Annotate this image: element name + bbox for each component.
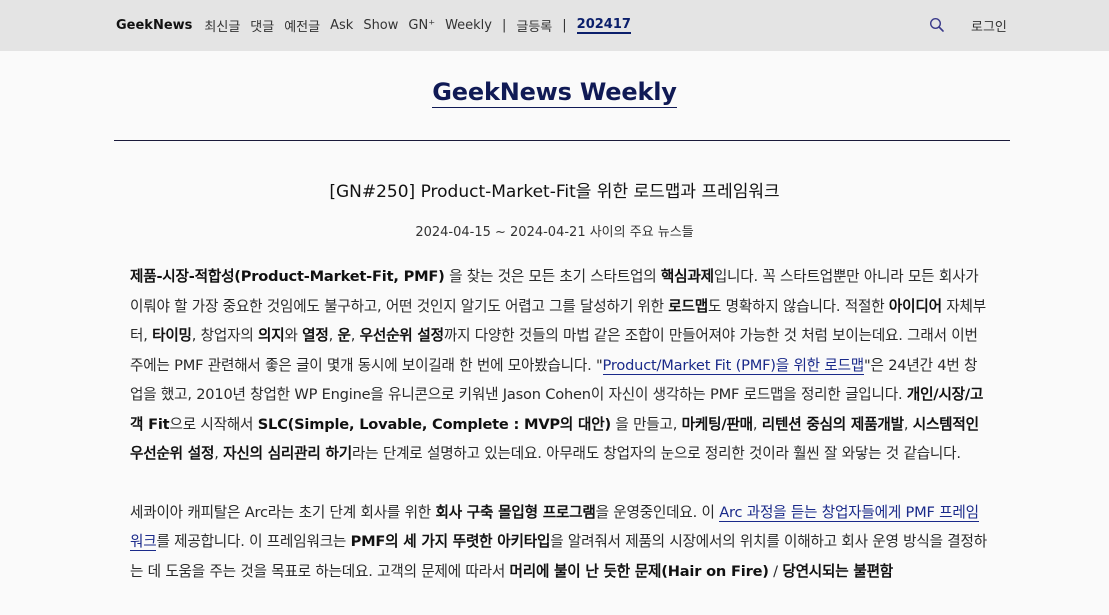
body-text: 를 제공합니다. 이 프레임워크는: [156, 533, 351, 550]
body-text: 도 명확하지 않습니다. 적절한: [707, 297, 889, 315]
body-text: ,: [752, 415, 762, 433]
bold-text: SLC(Simple, Lovable, Complete : MVP의 대안): [257, 415, 611, 433]
nav-item-submit[interactable]: 글등록: [516, 16, 552, 35]
bold-text: 핵심과제: [660, 268, 714, 285]
body-text: /: [768, 562, 783, 580]
nav-item-gn-plus[interactable]: GN⁺: [408, 18, 435, 33]
paragraph-1: 제품-시장-적합성(Product-Market-Fit, PMF) 을 찾는 …: [130, 262, 990, 469]
body-text: 와: [284, 327, 303, 344]
page-header: GeekNews Weekly: [0, 51, 1109, 108]
article-body: 제품-시장-적합성(Product-Market-Fit, PMF) 을 찾는 …: [130, 262, 990, 615]
bold-text: 열정: [302, 327, 329, 344]
bold-text: 로드맵: [668, 297, 708, 315]
bold-text: 운: [337, 327, 351, 344]
issue-date-range: 2024-04-15 ~ 2024-04-21 사이의 주요 뉴스들: [415, 225, 694, 240]
nav-item-ask[interactable]: Ask: [330, 18, 353, 33]
body-text: 을 찾는 것은 모든 초기 스타트업의: [444, 268, 661, 285]
top-navigation-bar: GeekNews 최신글 댓글 예전글 Ask Show GN⁺ Weekly …: [0, 0, 1109, 51]
bold-text: 자신의 심리관리 하기: [223, 445, 352, 462]
nav-item-show[interactable]: Show: [363, 18, 398, 33]
body-text: 라는 단계로 설명하고 있는데요. 아무래도 창업자의 눈으로 정리한 것이라 …: [351, 445, 961, 462]
issue-number-link[interactable]: 202417: [576, 17, 631, 34]
bold-text: 타이밍: [152, 327, 192, 344]
nav-item-comments[interactable]: 댓글: [250, 16, 274, 35]
body-text: 을 운영중인데요. 이: [595, 503, 720, 521]
pmf-roadmap-link[interactable]: Product/Market Fit (PMF)을 위한 로드맵: [602, 356, 864, 375]
login-link[interactable]: 로그인: [971, 16, 1007, 35]
main-nav: GeekNews 최신글 댓글 예전글 Ask Show GN⁺ Weekly …: [116, 0, 631, 51]
nav-separator: |: [501, 18, 507, 33]
paragraph-2: 세콰이아 캐피탈은 Arc라는 초기 단계 회사를 위한 회사 구축 몰입형 프…: [130, 498, 990, 587]
body-text: 세콰이아 캐피탈은 Arc라는 초기 단계 회사를 위한: [130, 503, 436, 521]
nav-separator: |: [562, 18, 567, 33]
bold-text: 아이디어: [888, 297, 942, 315]
page-title[interactable]: GeekNews Weekly: [432, 78, 677, 108]
brand-link[interactable]: GeekNews: [116, 18, 192, 33]
body-text: 을 만들고,: [610, 415, 682, 433]
issue-headline: [GN#250] Product-Market-Fit을 위한 로드맵과 프레임…: [329, 182, 780, 202]
body-text: ,: [903, 415, 913, 433]
search-icon[interactable]: [929, 17, 945, 33]
bold-text: 당연시되는 불편함: [782, 562, 894, 580]
nav-item-past[interactable]: 예전글: [284, 16, 320, 35]
bold-text: 리텐션 중심의 제품개발: [761, 415, 904, 433]
body-text: ,: [328, 327, 338, 344]
bold-text: 머리에 불이 난 듯한 문제(Hair on Fire): [509, 562, 769, 580]
nav-item-latest[interactable]: 최신글: [204, 16, 240, 35]
header-divider: [114, 140, 1010, 141]
body-text: ,: [350, 327, 360, 344]
nav-item-weekly[interactable]: Weekly: [445, 18, 492, 33]
body-text: 으로 시작해서: [169, 415, 258, 433]
bold-text: 회사 구축 몰입형 프로그램: [435, 503, 596, 521]
bold-text: 마케팅/판매: [681, 415, 753, 433]
body-text: , 창업자의: [191, 327, 259, 344]
body-text: ,: [214, 445, 224, 462]
bold-text: 우선순위 설정: [359, 327, 444, 344]
bold-text: 의지: [258, 327, 285, 344]
bold-text: 제품-시장-적합성(Product-Market-Fit, PMF): [130, 268, 445, 285]
bold-text: PMF의 세 가지 뚜렷한 아키타입: [350, 533, 551, 550]
